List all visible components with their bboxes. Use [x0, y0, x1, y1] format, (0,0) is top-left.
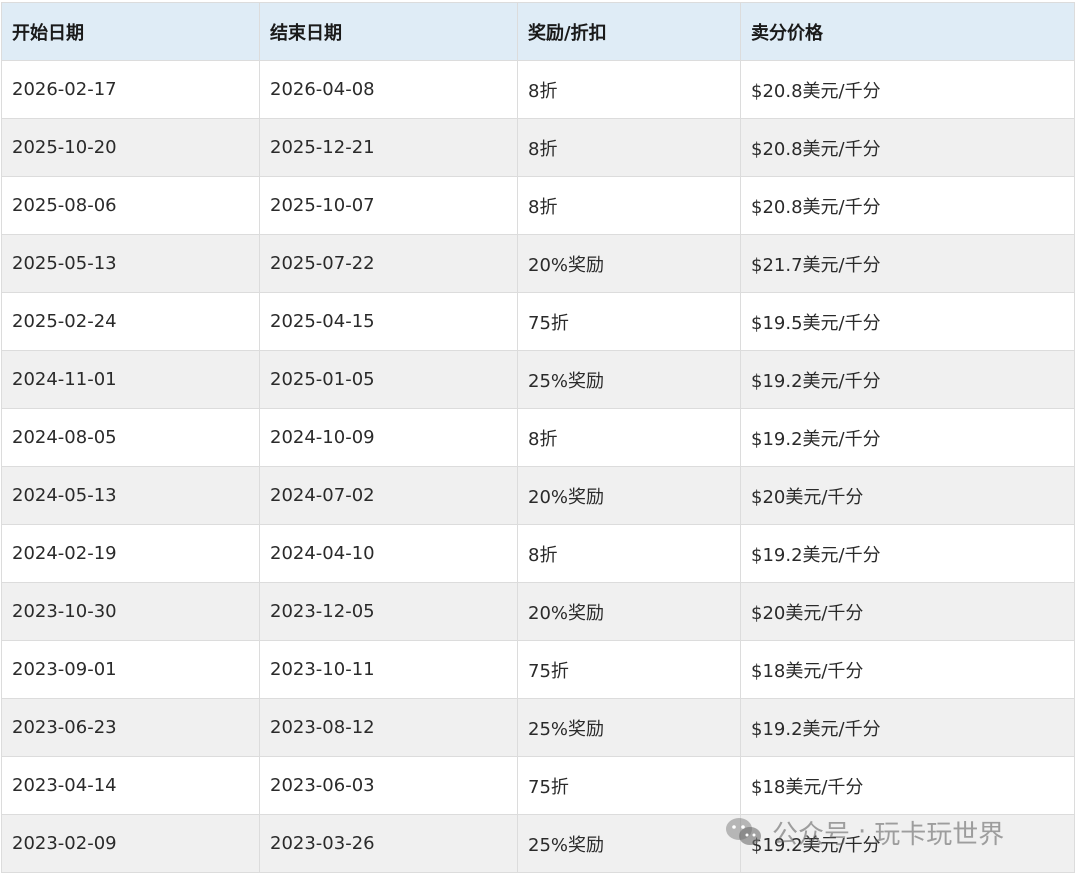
cell-end-date: 2023-12-05 [259, 582, 518, 641]
cell-price: $20.8美元/千分 [740, 176, 1075, 235]
cell-start-date: 2024-08-05 [1, 408, 260, 467]
cell-end-date: 2024-07-02 [259, 466, 518, 525]
cell-price: $19.2美元/千分 [740, 698, 1075, 757]
cell-bonus-discount: 20%奖励 [517, 466, 741, 525]
table-body: 2026-02-17 2026-04-08 8折 $20.8美元/千分 2025-10-… [1, 60, 1075, 873]
cell-end-date: 2023-10-11 [259, 640, 518, 699]
cell-bonus-discount: 8折 [517, 176, 741, 235]
cell-end-date: 2025-07-22 [259, 234, 518, 293]
cell-end-date: 2023-08-12 [259, 698, 518, 757]
cell-start-date: 2024-05-13 [1, 466, 260, 525]
table-row: 2023-09-01 2023-10-11 75折 $18美元/千分 [1, 640, 1075, 699]
cell-end-date: 2023-03-26 [259, 814, 518, 873]
cell-start-date: 2025-10-20 [1, 118, 260, 177]
cell-bonus-discount: 25%奖励 [517, 350, 741, 409]
cell-price: $20.8美元/千分 [740, 118, 1075, 177]
table-row: 2025-08-06 2025-10-07 8折 $20.8美元/千分 [1, 176, 1075, 235]
cell-price: $20美元/千分 [740, 582, 1075, 641]
table-row: 2024-02-19 2024-04-10 8折 $19.2美元/千分 [1, 524, 1075, 583]
table-row: 2023-02-09 2023-03-26 25%奖励 $19.2美元/千分 [1, 814, 1075, 873]
table-row: 2024-11-01 2025-01-05 25%奖励 $19.2美元/千分 [1, 350, 1075, 409]
table-row: 2025-10-20 2025-12-21 8折 $20.8美元/千分 [1, 118, 1075, 177]
cell-price: $21.7美元/千分 [740, 234, 1075, 293]
table-row: 2023-10-30 2023-12-05 20%奖励 $20美元/千分 [1, 582, 1075, 641]
cell-bonus-discount: 8折 [517, 60, 741, 119]
cell-start-date: 2023-04-14 [1, 756, 260, 815]
cell-start-date: 2025-02-24 [1, 292, 260, 351]
cell-end-date: 2023-06-03 [259, 756, 518, 815]
cell-bonus-discount: 75折 [517, 756, 741, 815]
cell-start-date: 2025-05-13 [1, 234, 260, 293]
cell-bonus-discount: 8折 [517, 408, 741, 467]
table-row: 2024-05-13 2024-07-02 20%奖励 $20美元/千分 [1, 466, 1075, 525]
cell-start-date: 2023-02-09 [1, 814, 260, 873]
cell-end-date: 2025-10-07 [259, 176, 518, 235]
header-price: 卖分价格 [740, 2, 1075, 61]
header-bonus-discount: 奖励/折扣 [517, 2, 741, 61]
cell-end-date: 2025-04-15 [259, 292, 518, 351]
cell-start-date: 2023-09-01 [1, 640, 260, 699]
table-row: 2023-06-23 2023-08-12 25%奖励 $19.2美元/千分 [1, 698, 1075, 757]
cell-end-date: 2024-04-10 [259, 524, 518, 583]
header-end-date: 结束日期 [259, 2, 518, 61]
cell-bonus-discount: 20%奖励 [517, 234, 741, 293]
cell-start-date: 2024-02-19 [1, 524, 260, 583]
cell-bonus-discount: 8折 [517, 118, 741, 177]
cell-bonus-discount: 75折 [517, 292, 741, 351]
cell-bonus-discount: 20%奖励 [517, 582, 741, 641]
cell-end-date: 2025-01-05 [259, 350, 518, 409]
table-row: 2023-04-14 2023-06-03 75折 $18美元/千分 [1, 756, 1075, 815]
cell-start-date: 2026-02-17 [1, 60, 260, 119]
cell-price: $19.2美元/千分 [740, 350, 1075, 409]
cell-bonus-discount: 8折 [517, 524, 741, 583]
cell-price: $19.5美元/千分 [740, 292, 1075, 351]
cell-price: $20.8美元/千分 [740, 60, 1075, 119]
header-start-date: 开始日期 [1, 2, 260, 61]
cell-end-date: 2025-12-21 [259, 118, 518, 177]
cell-start-date: 2025-08-06 [1, 176, 260, 235]
table-row: 2025-02-24 2025-04-15 75折 $19.5美元/千分 [1, 292, 1075, 351]
cell-end-date: 2026-04-08 [259, 60, 518, 119]
table-row: 2025-05-13 2025-07-22 20%奖励 $21.7美元/千分 [1, 234, 1075, 293]
cell-bonus-discount: 75折 [517, 640, 741, 699]
table-row: 2024-08-05 2024-10-09 8折 $19.2美元/千分 [1, 408, 1075, 467]
cell-start-date: 2023-06-23 [1, 698, 260, 757]
promotion-table-container: 开始日期 结束日期 奖励/折扣 卖分价格 2026-02-17 2026-04-0… [1, 2, 1075, 873]
cell-end-date: 2024-10-09 [259, 408, 518, 467]
cell-bonus-discount: 25%奖励 [517, 698, 741, 757]
cell-start-date: 2023-10-30 [1, 582, 260, 641]
cell-price: $19.2美元/千分 [740, 408, 1075, 467]
promotion-history-table: 开始日期 结束日期 奖励/折扣 卖分价格 2026-02-17 2026-04-0… [1, 2, 1075, 873]
cell-price: $19.2美元/千分 [740, 814, 1075, 873]
table-row: 2026-02-17 2026-04-08 8折 $20.8美元/千分 [1, 60, 1075, 119]
table-header: 开始日期 结束日期 奖励/折扣 卖分价格 [1, 2, 1075, 61]
cell-price: $18美元/千分 [740, 756, 1075, 815]
cell-price: $19.2美元/千分 [740, 524, 1075, 583]
cell-bonus-discount: 25%奖励 [517, 814, 741, 873]
header-row: 开始日期 结束日期 奖励/折扣 卖分价格 [1, 2, 1075, 61]
cell-price: $20美元/千分 [740, 466, 1075, 525]
cell-price: $18美元/千分 [740, 640, 1075, 699]
cell-start-date: 2024-11-01 [1, 350, 260, 409]
